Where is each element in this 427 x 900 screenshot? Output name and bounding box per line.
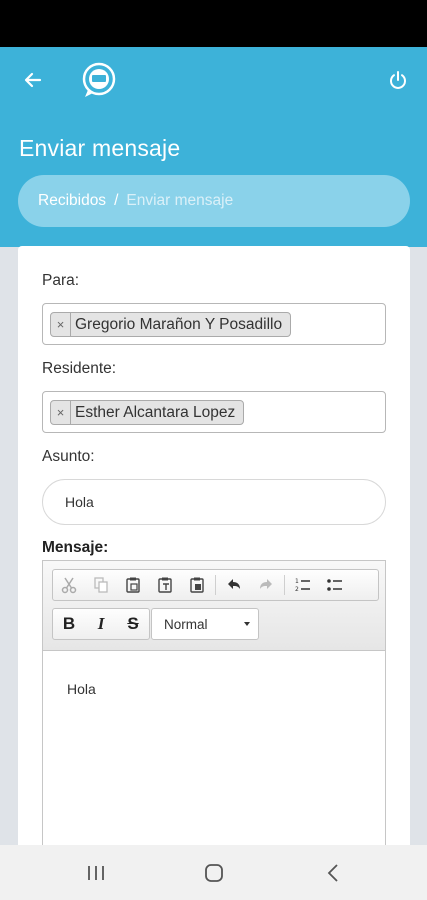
strikethrough-icon: S [127, 614, 139, 633]
bulleted-list-button[interactable] [319, 570, 351, 600]
resident-label: Residente: [42, 360, 117, 377]
paste-button[interactable] [117, 570, 149, 600]
svg-text:1: 1 [295, 578, 299, 585]
recipient-chip-label: Gregorio Marañon Y Posadillo [75, 315, 283, 333]
resident-chip-label: Esther Alcantara Lopez [75, 403, 236, 421]
format-select-value: Normal [164, 616, 208, 632]
paste-word-icon [190, 577, 204, 593]
breadcrumb-item-recibidos[interactable]: Recibidos [38, 192, 106, 210]
subject-input[interactable]: Hola [42, 479, 386, 525]
copy-icon [94, 577, 108, 593]
svg-text:2: 2 [295, 586, 299, 593]
breadcrumb-current: Enviar mensaje [126, 192, 234, 209]
resident-field[interactable]: × Esther Alcantara Lopez [42, 391, 386, 433]
android-nav-bar [0, 845, 427, 900]
to-field[interactable]: × Gregorio Marañon Y Posadillo [42, 303, 386, 345]
power-icon [390, 71, 406, 89]
toolbar-separator [284, 575, 285, 595]
nav-back-button[interactable] [314, 859, 354, 887]
page-title: Enviar mensaje [19, 135, 181, 161]
italic-button[interactable]: I [85, 609, 117, 639]
paste-word-button[interactable] [181, 570, 213, 600]
to-label: Para: [42, 272, 80, 289]
breadcrumb: Recibidos / Enviar mensaje [18, 175, 410, 227]
message-label: Mensaje: [42, 539, 109, 556]
editor-content[interactable]: Hola [43, 651, 385, 869]
chevron-down-icon [244, 622, 250, 626]
status-bar [0, 0, 427, 47]
chat-bubble-logo-icon[interactable] [80, 61, 118, 99]
paste-icon [126, 577, 140, 593]
undo-icon [228, 579, 240, 589]
undo-button[interactable] [218, 570, 250, 600]
rich-text-editor: 1 2 B I S Normal Hola [42, 560, 386, 870]
chip-remove-icon[interactable]: × [51, 313, 71, 336]
cut-icon [61, 577, 77, 594]
resident-chip: × Esther Alcantara Lopez [50, 400, 245, 425]
cut-button[interactable] [53, 570, 85, 600]
home-button[interactable] [194, 859, 234, 887]
strikethrough-button[interactable]: S [117, 609, 149, 639]
recent-apps-icon [88, 866, 104, 880]
format-select[interactable]: Normal [151, 608, 259, 640]
numbered-list-button[interactable]: 1 2 [287, 570, 319, 600]
bold-button[interactable]: B [53, 609, 85, 639]
back-button[interactable] [18, 65, 48, 95]
numbered-list-icon: 1 2 [295, 578, 310, 593]
breadcrumb-separator: / [114, 192, 119, 209]
redo-icon [260, 579, 272, 589]
message-form-card: Para: × Gregorio Marañon Y Posadillo Res… [18, 246, 410, 870]
arrow-left-icon [24, 72, 42, 88]
toolbar-basic-styles: B I S [52, 608, 150, 640]
toolbar-row-1: 1 2 [52, 569, 379, 601]
home-icon [205, 864, 223, 882]
italic-icon: I [97, 614, 105, 633]
toolbar-separator [215, 575, 216, 595]
editor-toolbar: 1 2 B I S Normal [43, 561, 385, 651]
recent-apps-button[interactable] [76, 859, 116, 887]
copy-button[interactable] [85, 570, 117, 600]
power-button[interactable] [383, 65, 413, 95]
redo-button[interactable] [250, 570, 282, 600]
back-icon [327, 864, 338, 882]
bold-icon: B [62, 614, 76, 633]
subject-label: Asunto: [42, 448, 95, 465]
chip-remove-icon[interactable]: × [51, 401, 71, 424]
app-header [0, 47, 427, 117]
paste-text-icon [158, 577, 172, 593]
recipient-chip: × Gregorio Marañon Y Posadillo [50, 312, 292, 337]
bulleted-list-icon [327, 579, 342, 591]
paste-text-button[interactable] [149, 570, 181, 600]
page-hero: Enviar mensaje Recibidos / Enviar mensaj… [0, 117, 427, 247]
